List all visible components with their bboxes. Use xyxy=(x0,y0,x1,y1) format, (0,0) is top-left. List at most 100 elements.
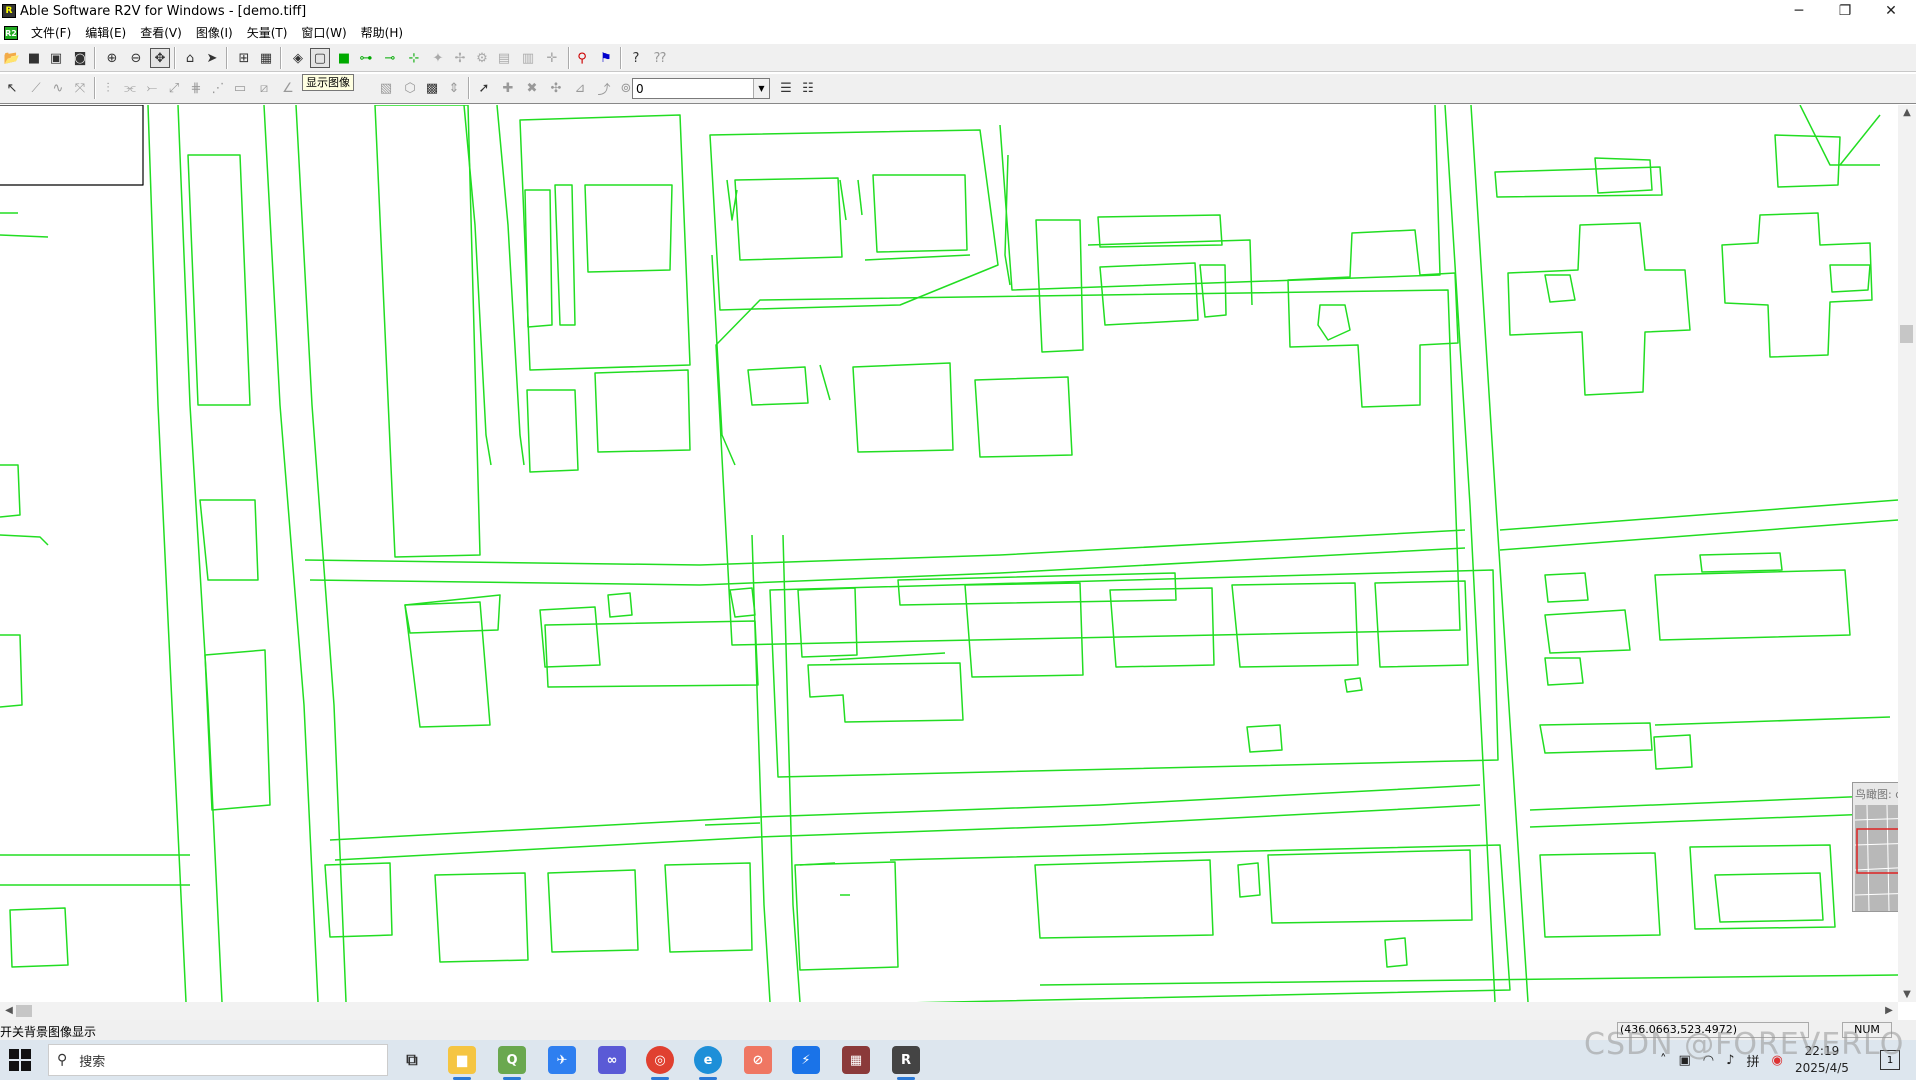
context-help-icon[interactable]: ⁇ xyxy=(650,48,670,68)
label-icon[interactable]: ▤ xyxy=(494,48,514,68)
vector-polyline[interactable] xyxy=(404,594,501,634)
vertex-icon[interactable]: ✢ xyxy=(450,48,470,68)
vector-polyline[interactable] xyxy=(1594,157,1653,194)
vector-polyline[interactable] xyxy=(1653,734,1693,770)
vector-polyline[interactable] xyxy=(0,634,23,708)
eraser-icon[interactable]: ⌂ xyxy=(180,48,200,68)
menu-window[interactable]: 窗口(W) xyxy=(294,22,353,44)
vector-polyline[interactable] xyxy=(1039,974,1898,986)
snap-icon[interactable]: ⤢ xyxy=(164,78,184,98)
vector-polyline[interactable] xyxy=(434,872,529,963)
scroll-right-icon[interactable]: ▶ xyxy=(1880,1005,1898,1016)
file-explorer-icon[interactable]: ▆ xyxy=(448,1046,476,1074)
rectangle-icon[interactable]: ▭ xyxy=(230,78,250,98)
fill-icon[interactable]: ▩ xyxy=(422,78,442,98)
gear-icon[interactable]: ⚙ xyxy=(472,48,492,68)
crosshair-icon[interactable]: ✛ xyxy=(542,48,562,68)
vector-polyline[interactable] xyxy=(974,376,1073,458)
qgis-icon[interactable]: Q xyxy=(498,1046,526,1074)
vector-polyline[interactable] xyxy=(334,804,1481,861)
grid-icon[interactable]: ▦ xyxy=(256,48,276,68)
vector-polyline[interactable] xyxy=(1774,134,1841,188)
vector-polyline[interactable] xyxy=(889,844,1511,1002)
polygon-icon[interactable]: ⬡ xyxy=(400,78,420,98)
menu-vector[interactable]: 矢量(T) xyxy=(240,22,295,44)
trace-icon[interactable]: ⤧ xyxy=(70,78,90,98)
vector-polyline[interactable] xyxy=(1539,852,1661,938)
vector-polyline[interactable] xyxy=(857,179,863,216)
vector-polyline[interactable] xyxy=(0,534,49,546)
vector-polyline[interactable] xyxy=(1499,519,1898,551)
vector-polyline[interactable] xyxy=(729,587,756,618)
vector-polyline[interactable] xyxy=(1246,724,1283,753)
zoom-in-icon[interactable]: ⊕ xyxy=(102,48,122,68)
open-image-icon[interactable]: ▣ xyxy=(46,48,66,68)
move-icon[interactable]: ⇕ xyxy=(444,78,464,98)
r2v-taskbar-icon[interactable]: R xyxy=(892,1046,920,1074)
vector-polyline[interactable] xyxy=(594,369,691,453)
vector-polyline[interactable] xyxy=(309,547,1466,586)
vector-polyline[interactable] xyxy=(872,174,968,253)
windows-start-icon[interactable] xyxy=(8,1048,32,1072)
map-canvas[interactable] xyxy=(0,105,1898,1002)
layout-icon[interactable]: ⊞ xyxy=(234,48,254,68)
vector-polyline[interactable] xyxy=(374,105,481,558)
vertical-scrollbar[interactable]: ▲ ▼ xyxy=(1898,105,1916,1002)
zoom-out-icon[interactable]: ⊖ xyxy=(126,48,146,68)
vector-polyline[interactable] xyxy=(1199,264,1227,318)
vector-polyline[interactable] xyxy=(797,587,858,658)
vector-polyline[interactable] xyxy=(539,606,601,668)
select-arrow-icon[interactable]: ➤ xyxy=(202,48,222,68)
menu-file[interactable]: 文件(F) xyxy=(24,22,78,44)
vector-polyline[interactable] xyxy=(9,907,69,968)
vector-polyline[interactable] xyxy=(709,129,999,311)
vector-polyline[interactable] xyxy=(1529,794,1898,811)
vector-polyline[interactable] xyxy=(711,254,736,466)
add-point-icon[interactable]: ✚ xyxy=(498,78,518,98)
vector-polyline[interactable] xyxy=(204,649,271,811)
vector-polyline[interactable] xyxy=(1034,859,1214,939)
hatch-icon[interactable]: ▧ xyxy=(376,78,396,98)
vector-polyline[interactable] xyxy=(1544,657,1584,686)
save-all-icon[interactable]: ◙ xyxy=(70,48,90,68)
pan-icon[interactable]: ✥ xyxy=(150,48,170,68)
vector-polyline[interactable] xyxy=(715,289,1461,646)
show-image-icon[interactable]: ▢ xyxy=(310,48,330,68)
vector-polyline[interactable] xyxy=(463,105,492,466)
draw-line-icon[interactable]: ⟋ xyxy=(26,78,46,98)
split-icon[interactable]: ⫶ xyxy=(98,78,118,98)
measure-icon[interactable]: ⊿ xyxy=(570,78,590,98)
feishu-icon[interactable]: ✈ xyxy=(548,1046,576,1074)
vector-polyline[interactable] xyxy=(1507,222,1691,396)
select-color-icon[interactable]: ⚑ xyxy=(596,48,616,68)
horizontal-scroll-thumb[interactable] xyxy=(16,1005,32,1017)
vector-polyline[interactable] xyxy=(999,105,1441,291)
layer-select[interactable]: 0 ▼ xyxy=(632,78,770,99)
network-icon[interactable]: ⊹ xyxy=(404,48,424,68)
chrome-icon[interactable]: ◎ xyxy=(646,1046,674,1074)
scroll-down-icon[interactable]: ▼ xyxy=(1898,989,1916,1000)
document-icon[interactable]: R2 xyxy=(4,26,18,40)
diagonal-icon[interactable]: ⧄ xyxy=(254,78,274,98)
vector-polyline[interactable] xyxy=(1689,844,1836,930)
minimize-button[interactable]: ─ xyxy=(1776,0,1822,22)
lark-icon[interactable]: ⚡ xyxy=(792,1046,820,1074)
edge-icon[interactable]: e xyxy=(694,1046,722,1074)
vector-polyline[interactable] xyxy=(1539,722,1653,754)
pointer-icon[interactable]: ➚ xyxy=(474,78,494,98)
vector-polyline[interactable] xyxy=(544,620,759,688)
delete-point-icon[interactable]: ✖ xyxy=(522,78,542,98)
vector-polyline[interactable] xyxy=(607,592,633,618)
text-abc-icon[interactable]: ▥ xyxy=(518,48,538,68)
vector-polyline[interactable] xyxy=(526,389,579,473)
vector-polyline[interactable] xyxy=(819,364,831,401)
vector-polyline[interactable] xyxy=(794,861,899,971)
vector-polyline[interactable] xyxy=(404,601,491,728)
vector-polyline[interactable] xyxy=(295,105,347,1002)
vector-polyline[interactable] xyxy=(1267,849,1473,924)
vector-polyline[interactable] xyxy=(864,254,971,261)
vector-polyline[interactable] xyxy=(1344,677,1363,693)
baidu-netdisk-icon[interactable]: ∞ xyxy=(598,1046,626,1074)
vector-polyline[interactable] xyxy=(1544,609,1631,654)
vector-polyline[interactable] xyxy=(1317,304,1351,341)
